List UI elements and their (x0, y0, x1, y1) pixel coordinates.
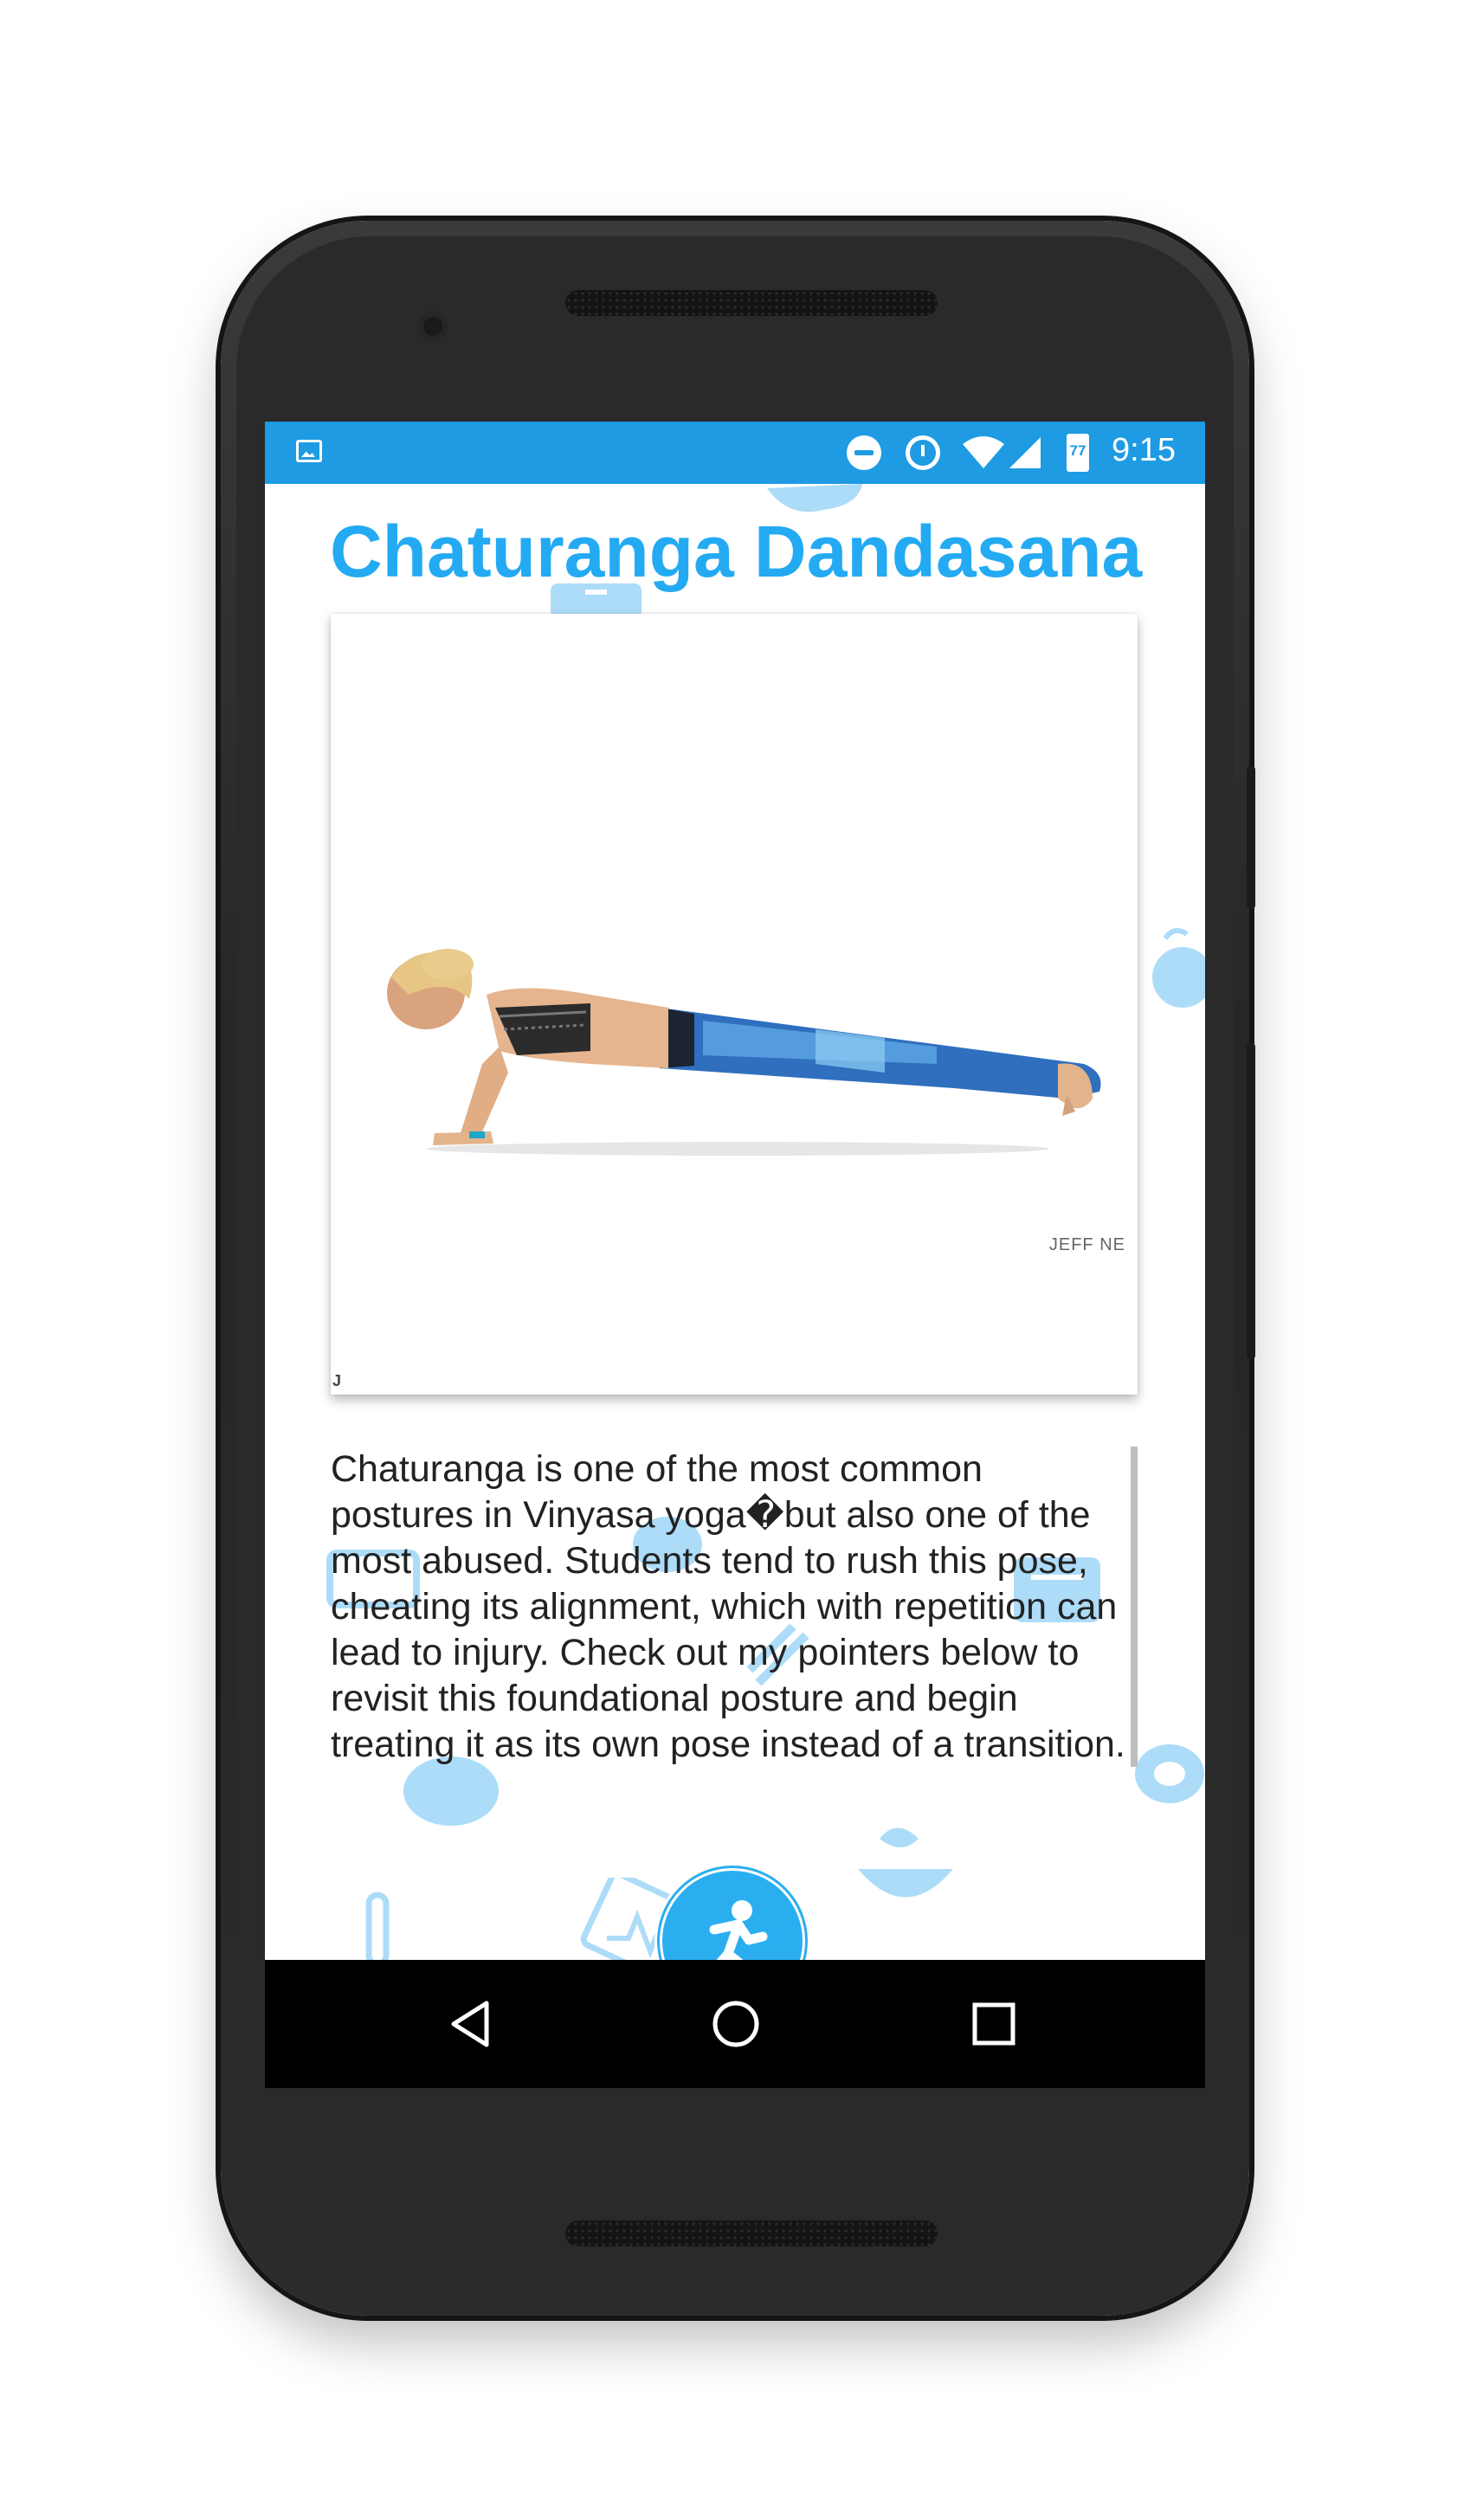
pose-description-scroll[interactable]: Chaturanga is one of the most common pos… (331, 1447, 1138, 1789)
cell-signal-icon (1009, 437, 1041, 468)
pose-image-card: JEFF NE J (331, 614, 1138, 1395)
pose-title: Chaturanga Dandasana (330, 511, 1143, 592)
power-button (1247, 766, 1255, 909)
front-camera (418, 312, 448, 341)
navigation-bar (265, 1960, 1205, 2088)
bottom-speaker (565, 2220, 938, 2246)
photo-corner-mark: J (332, 1372, 342, 1389)
back-icon[interactable] (445, 1998, 497, 2050)
start-workout-button[interactable] (654, 1863, 810, 1960)
pose-photo (387, 949, 1101, 1156)
status-bar: 77 9:15 (265, 422, 1205, 484)
battery-level: 77 (1069, 442, 1086, 459)
home-icon[interactable] (710, 1998, 762, 2050)
salad-bowl-doodle-icon (858, 1827, 953, 1898)
status-clock: 9:15 (1112, 432, 1176, 468)
running-person-icon (709, 1900, 768, 1960)
description-scrollbar[interactable] (1131, 1447, 1138, 1767)
battery-icon: 77 (1067, 434, 1089, 472)
tape-measure-doodle-icon (1135, 1744, 1204, 1803)
fab-inner (660, 1868, 805, 1960)
alarm-icon (906, 435, 940, 470)
wifi-icon (963, 436, 1004, 468)
thermometer-doodle-icon (365, 1892, 390, 1960)
photo-credit: JEFF NE (1048, 1235, 1125, 1254)
top-speaker (565, 290, 938, 316)
pose-description: Chaturanga is one of the most common pos… (331, 1448, 1125, 1765)
screen: 77 9:15 Chaturanga Dandasana JEFF NE J C… (265, 422, 1205, 2088)
apple-doodle-icon (1152, 928, 1205, 1008)
pose-detail-content[interactable]: Chaturanga Dandasana JEFF NE J Chaturang… (265, 484, 1205, 1960)
recents-icon[interactable] (968, 1998, 1020, 2050)
volume-button (1247, 1043, 1255, 1359)
do-not-disturb-icon (847, 435, 881, 470)
gallery-notification-icon (296, 440, 322, 462)
